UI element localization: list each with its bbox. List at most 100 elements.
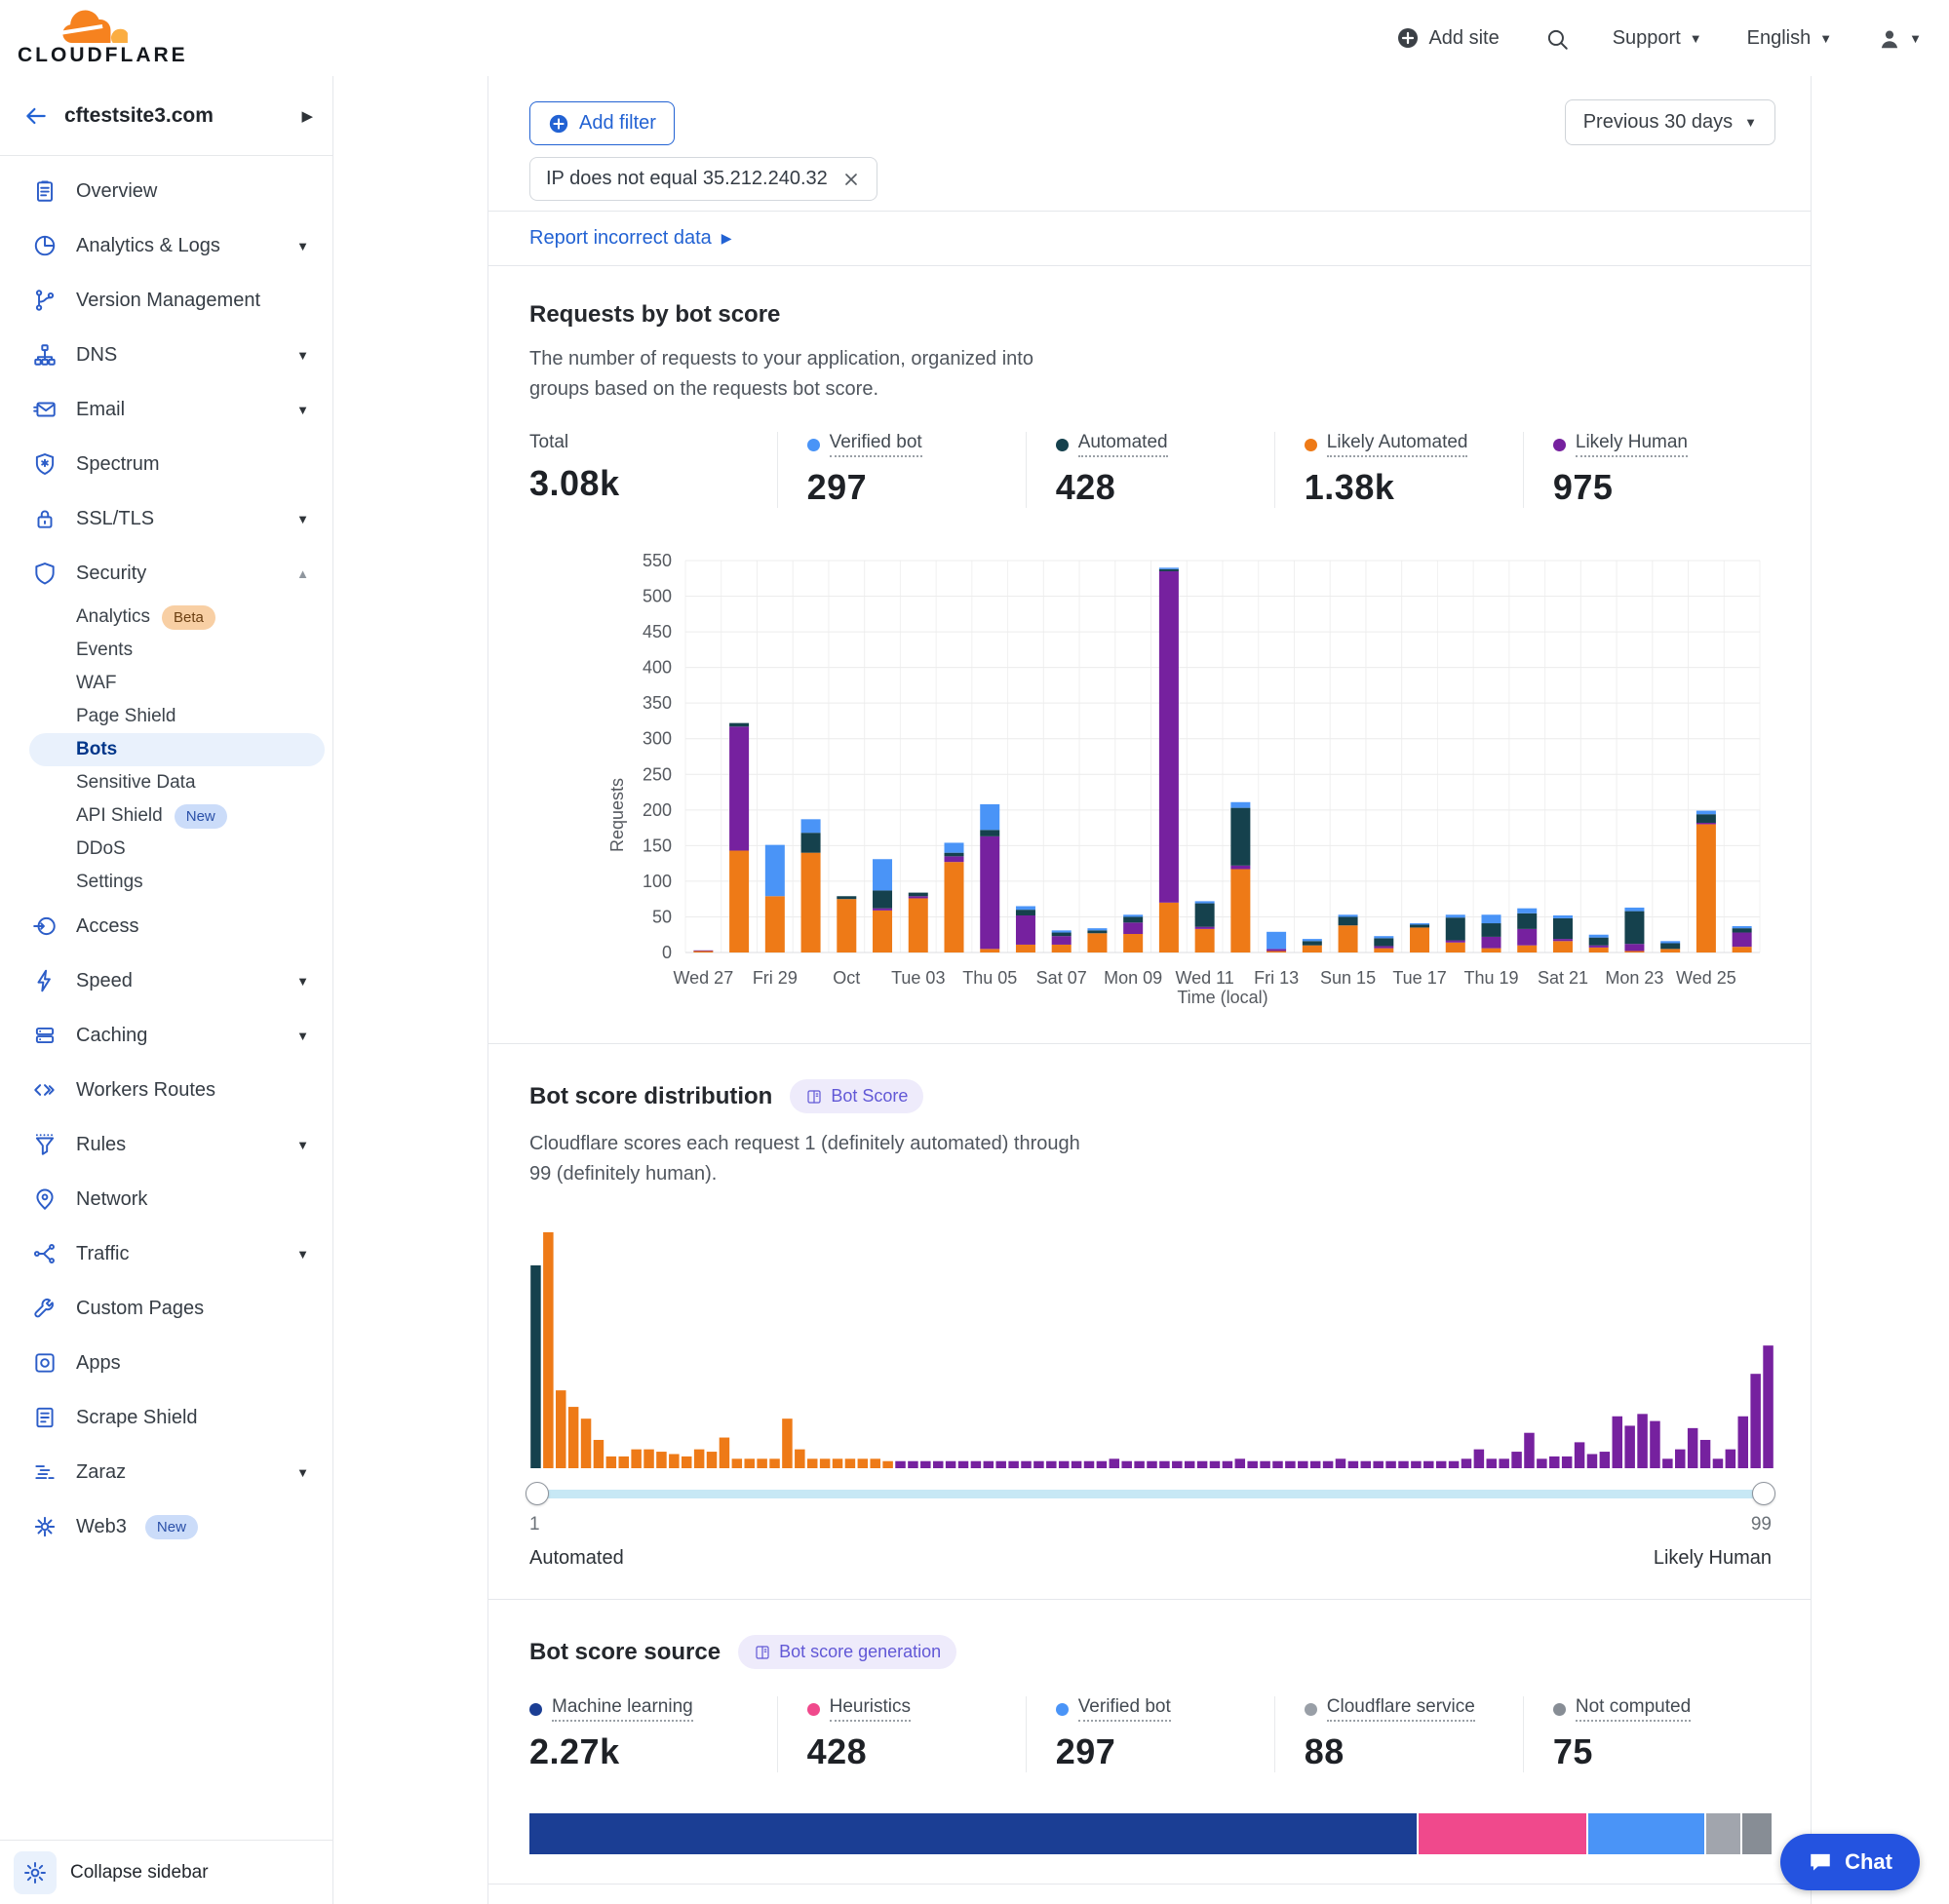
bot-score-badge[interactable]: Bot Score — [790, 1079, 923, 1113]
sidebar-item-rules[interactable]: Rules▼ — [0, 1117, 332, 1172]
add-filter-button[interactable]: Add filter — [529, 101, 675, 145]
settings-gear-button[interactable] — [14, 1851, 57, 1894]
sidebar-item-ssl-tls[interactable]: SSL/TLS▼ — [0, 491, 332, 546]
sidebar-item-overview[interactable]: Overview — [0, 164, 332, 218]
sidebar-item-scrape-shield[interactable]: Scrape Shield — [0, 1390, 332, 1445]
bar-segment-likely-human — [1159, 571, 1179, 903]
search-icon[interactable] — [1544, 26, 1568, 50]
bot-score-distribution-card: Bot score distribution Bot Score Cloudfl… — [488, 1043, 1811, 1599]
date-range-dropdown[interactable]: Previous 30 days ▼ — [1565, 99, 1775, 145]
workers-icon — [32, 1077, 58, 1103]
sidebar-subitem-bots[interactable]: Bots — [29, 733, 325, 766]
sidebar-subitem-ddos[interactable]: DDoS — [0, 833, 332, 866]
sidebar-item-version-management[interactable]: Version Management — [0, 273, 332, 328]
legend-dot — [1305, 1703, 1317, 1716]
stat-value: 1.38k — [1305, 467, 1513, 508]
bar-segment-automated — [873, 890, 892, 908]
sidebar-subitem-page-shield[interactable]: Page Shield — [0, 700, 332, 733]
histogram-bar — [1223, 1461, 1232, 1468]
sidebar: cftestsite3.com ▶ OverviewAnalytics & Lo… — [0, 76, 333, 1904]
stat-label[interactable]: Likely Human — [1576, 432, 1688, 457]
histogram-bar — [1285, 1461, 1295, 1468]
sidebar-subitem-waf[interactable]: WAF — [0, 667, 332, 700]
sidebar-item-analytics-logs[interactable]: Analytics & Logs▼ — [0, 218, 332, 273]
account-menu[interactable]: ▼ — [1877, 26, 1922, 50]
histogram-bar — [1235, 1458, 1245, 1468]
sidebar-item-network[interactable]: Network — [0, 1172, 332, 1226]
bar-segment-likely-automated — [909, 898, 928, 952]
stat-label[interactable]: Verified bot — [1078, 1696, 1171, 1722]
language-menu[interactable]: English ▼ — [1747, 27, 1832, 50]
histogram-bar — [1662, 1458, 1672, 1468]
sidebar-item-caching[interactable]: Caching▼ — [0, 1008, 332, 1063]
sidebar-subitem-settings[interactable]: Settings — [0, 866, 332, 899]
sidebar-subitem-events[interactable]: Events — [0, 634, 332, 667]
sidebar-subitem-label: Settings — [76, 872, 143, 893]
histogram-bar — [908, 1461, 917, 1468]
bar-segment-likely-human — [1696, 823, 1716, 824]
slider-handle-max[interactable] — [1752, 1482, 1775, 1505]
report-incorrect-data-link[interactable]: Report incorrect data — [529, 227, 712, 250]
stat-label[interactable]: Likely Automated — [1327, 432, 1468, 457]
chevron-down-icon: ▼ — [1744, 115, 1757, 130]
sidebar-item-dns[interactable]: DNS▼ — [0, 328, 332, 382]
stat-label[interactable]: Automated — [1078, 432, 1168, 457]
active-filter-chip[interactable]: IP does not equal 35.212.240.32 — [529, 157, 877, 201]
sidebar-item-access[interactable]: Access — [0, 899, 332, 953]
sidebar-subitem-api-shield[interactable]: API ShieldNew — [0, 799, 332, 833]
chat-button[interactable]: Chat — [1780, 1834, 1920, 1890]
add-filter-label: Add filter — [579, 112, 656, 135]
remove-filter-icon[interactable] — [841, 170, 861, 189]
slider-track[interactable] — [531, 1490, 1770, 1498]
stat-label[interactable]: Cloudflare service — [1327, 1696, 1475, 1722]
stat-label[interactable]: Not computed — [1576, 1696, 1691, 1722]
stat-label[interactable]: Heuristics — [830, 1696, 911, 1722]
bar-segment-verified-bot — [1553, 915, 1573, 918]
stat-cloudflare-service: Cloudflare service88 — [1274, 1696, 1523, 1772]
bar-segment-likely-human — [1589, 946, 1609, 948]
sidebar-subitem-label: API Shield — [76, 805, 163, 827]
bar-segment-likely-human — [945, 856, 964, 862]
sidebar-item-email[interactable]: Email▼ — [0, 382, 332, 437]
bar-segment-likely-human — [1517, 929, 1537, 946]
legend-dot — [1305, 439, 1317, 451]
back-arrow-icon[interactable] — [23, 103, 49, 129]
histogram-bar — [1097, 1461, 1107, 1468]
histogram-bar — [1110, 1458, 1119, 1468]
sidebar-item-custom-pages[interactable]: Custom Pages — [0, 1281, 332, 1336]
chevron-right-icon[interactable]: ▶ — [301, 107, 313, 125]
bar-segment-likely-automated — [837, 899, 856, 952]
chevron-down-icon: ▼ — [296, 1029, 309, 1043]
support-menu[interactable]: Support ▼ — [1613, 27, 1702, 50]
sidebar-subitem-sensitive-data[interactable]: Sensitive Data — [0, 766, 332, 799]
sidebar-item-spectrum[interactable]: Spectrum — [0, 437, 332, 491]
sidebar-item-label: Custom Pages — [76, 1298, 204, 1320]
sidebar-subitem-analytics[interactable]: AnalyticsBeta — [0, 601, 332, 634]
add-site-button[interactable]: Add site — [1396, 26, 1499, 50]
stat-label[interactable]: Verified bot — [830, 432, 922, 457]
sidebar-item-label: Access — [76, 915, 138, 938]
slider-left-caption: Automated — [529, 1547, 624, 1570]
network-icon — [32, 1186, 58, 1212]
sidebar-item-workers-routes[interactable]: Workers Routes — [0, 1063, 332, 1117]
bar-segment-automated — [1159, 569, 1179, 571]
histogram-bar — [1675, 1450, 1685, 1468]
sidebar-item-zaraz[interactable]: Zaraz▼ — [0, 1445, 332, 1499]
bar-segment-likely-human — [693, 951, 713, 952]
sidebar-item-security[interactable]: Security▲ — [0, 546, 332, 601]
histogram-bar — [807, 1458, 817, 1468]
sidebar-item-traffic[interactable]: Traffic▼ — [0, 1226, 332, 1281]
histogram-bar — [1726, 1450, 1735, 1468]
stat-label[interactable]: Machine learning — [552, 1696, 693, 1722]
slider-handle-min[interactable] — [526, 1482, 549, 1505]
scrape-shield-icon — [32, 1405, 58, 1430]
sidebar-item-web3[interactable]: Web3New — [0, 1499, 332, 1554]
stat-value: 428 — [807, 1731, 1016, 1772]
collapse-sidebar-label[interactable]: Collapse sidebar — [70, 1862, 209, 1884]
svg-text:500: 500 — [643, 587, 672, 606]
bot-score-generation-badge[interactable]: Bot score generation — [738, 1635, 956, 1669]
bar-segment-verified-bot — [945, 842, 964, 852]
sidebar-item-speed[interactable]: Speed▼ — [0, 953, 332, 1008]
svg-text:Wed 25: Wed 25 — [1676, 968, 1736, 988]
sidebar-item-apps[interactable]: Apps — [0, 1336, 332, 1390]
